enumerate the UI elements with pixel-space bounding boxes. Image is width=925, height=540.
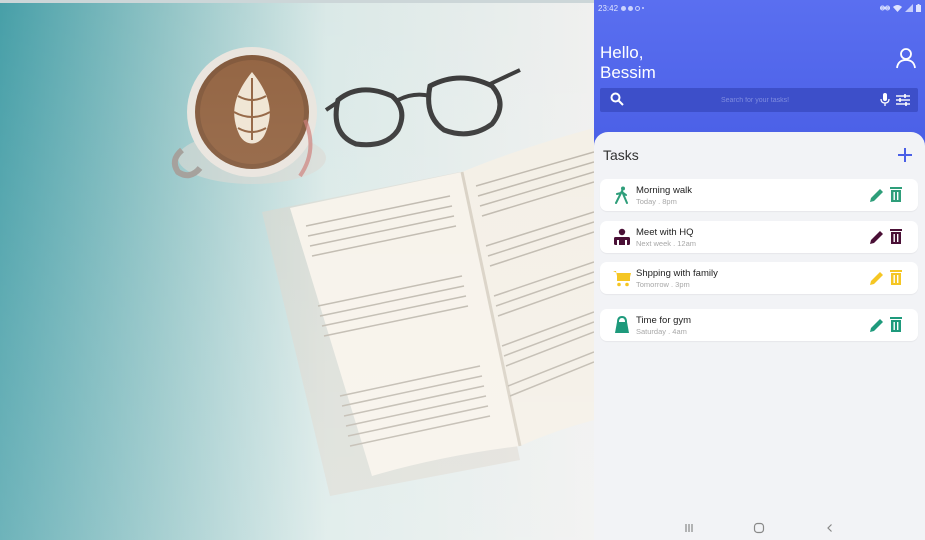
greeting: Hello, Bessim	[600, 43, 656, 83]
back-chevron-icon	[826, 524, 832, 532]
more-dot-icon	[642, 7, 645, 9]
task-time: Saturday . 4am	[636, 327, 687, 336]
tasks-heading: Tasks	[603, 147, 639, 163]
tasks-panel: Tasks Morning walk Today . 8pm Meet with…	[594, 132, 925, 516]
edit-pencil-icon[interactable]	[868, 317, 885, 334]
shopping-cart-icon	[613, 271, 631, 287]
home-icon	[754, 522, 765, 534]
delete-trash-icon[interactable]	[890, 317, 902, 332]
edit-pencil-icon[interactable]	[868, 229, 885, 246]
filter-settings-icon[interactable]	[896, 94, 910, 106]
greeting-hello: Hello,	[600, 43, 644, 62]
battery-icon	[916, 4, 921, 12]
settings-icon	[635, 5, 641, 11]
status-left: 23:42	[598, 3, 645, 13]
notification-icons	[621, 5, 645, 11]
notification-icon	[621, 5, 627, 11]
task-time: Tomorrow . 3pm	[636, 280, 690, 289]
microphone-icon[interactable]	[880, 93, 890, 107]
search-input[interactable]	[650, 96, 860, 104]
signal-icon	[905, 4, 913, 12]
add-task-icon[interactable]	[897, 147, 913, 163]
task-name: Shpping with family	[636, 268, 718, 279]
wifi-icon	[893, 5, 902, 12]
delete-trash-icon[interactable]	[890, 187, 902, 202]
photo-overlay	[0, 0, 594, 540]
task-card-morning-walk[interactable]: Morning walk Today . 8pm	[600, 179, 918, 211]
task-time: Next week . 12am	[636, 239, 697, 248]
edit-pencil-icon[interactable]	[868, 270, 885, 287]
app-screen: 23:42 Hello, Bessim Search for your task…	[594, 0, 925, 540]
meeting-icon	[614, 228, 630, 245]
delete-trash-icon[interactable]	[890, 270, 902, 285]
task-card-meet-with-hq[interactable]: Meet with HQ Next week . 12am	[600, 221, 918, 253]
walking-person-icon	[615, 186, 628, 204]
system-navigation-bar	[594, 516, 925, 540]
greeting-user-name: Bessim	[600, 63, 656, 82]
delete-trash-icon[interactable]	[890, 229, 902, 244]
gym-weight-icon	[615, 316, 629, 333]
status-time: 23:42	[598, 3, 619, 13]
search-icon[interactable]	[610, 92, 624, 106]
task-name: Morning walk	[636, 185, 692, 196]
task-name: Time for gym	[636, 315, 692, 326]
home-button[interactable]	[752, 521, 766, 535]
recent-apps-icon	[685, 524, 693, 532]
task-card-shopping-with-family[interactable]: Shpping with family Tomorrow . 3pm	[600, 262, 918, 294]
task-card-time-for-gym[interactable]: Time for gym Saturday . 4am	[600, 309, 918, 341]
search-bar	[600, 88, 918, 112]
status-bar: 23:42	[594, 0, 925, 16]
app-header: 23:42 Hello, Bessim	[594, 0, 925, 150]
edit-pencil-icon[interactable]	[868, 187, 885, 204]
recent-apps-button[interactable]	[682, 521, 696, 535]
task-name: Meet with HQ	[636, 227, 694, 238]
link-icon	[880, 5, 890, 11]
status-right	[880, 4, 921, 12]
task-time: Today . 8pm	[636, 197, 677, 206]
cloud-icon	[628, 5, 634, 11]
back-button[interactable]	[823, 521, 837, 535]
background-photo	[0, 0, 594, 540]
profile-icon[interactable]	[895, 47, 917, 69]
